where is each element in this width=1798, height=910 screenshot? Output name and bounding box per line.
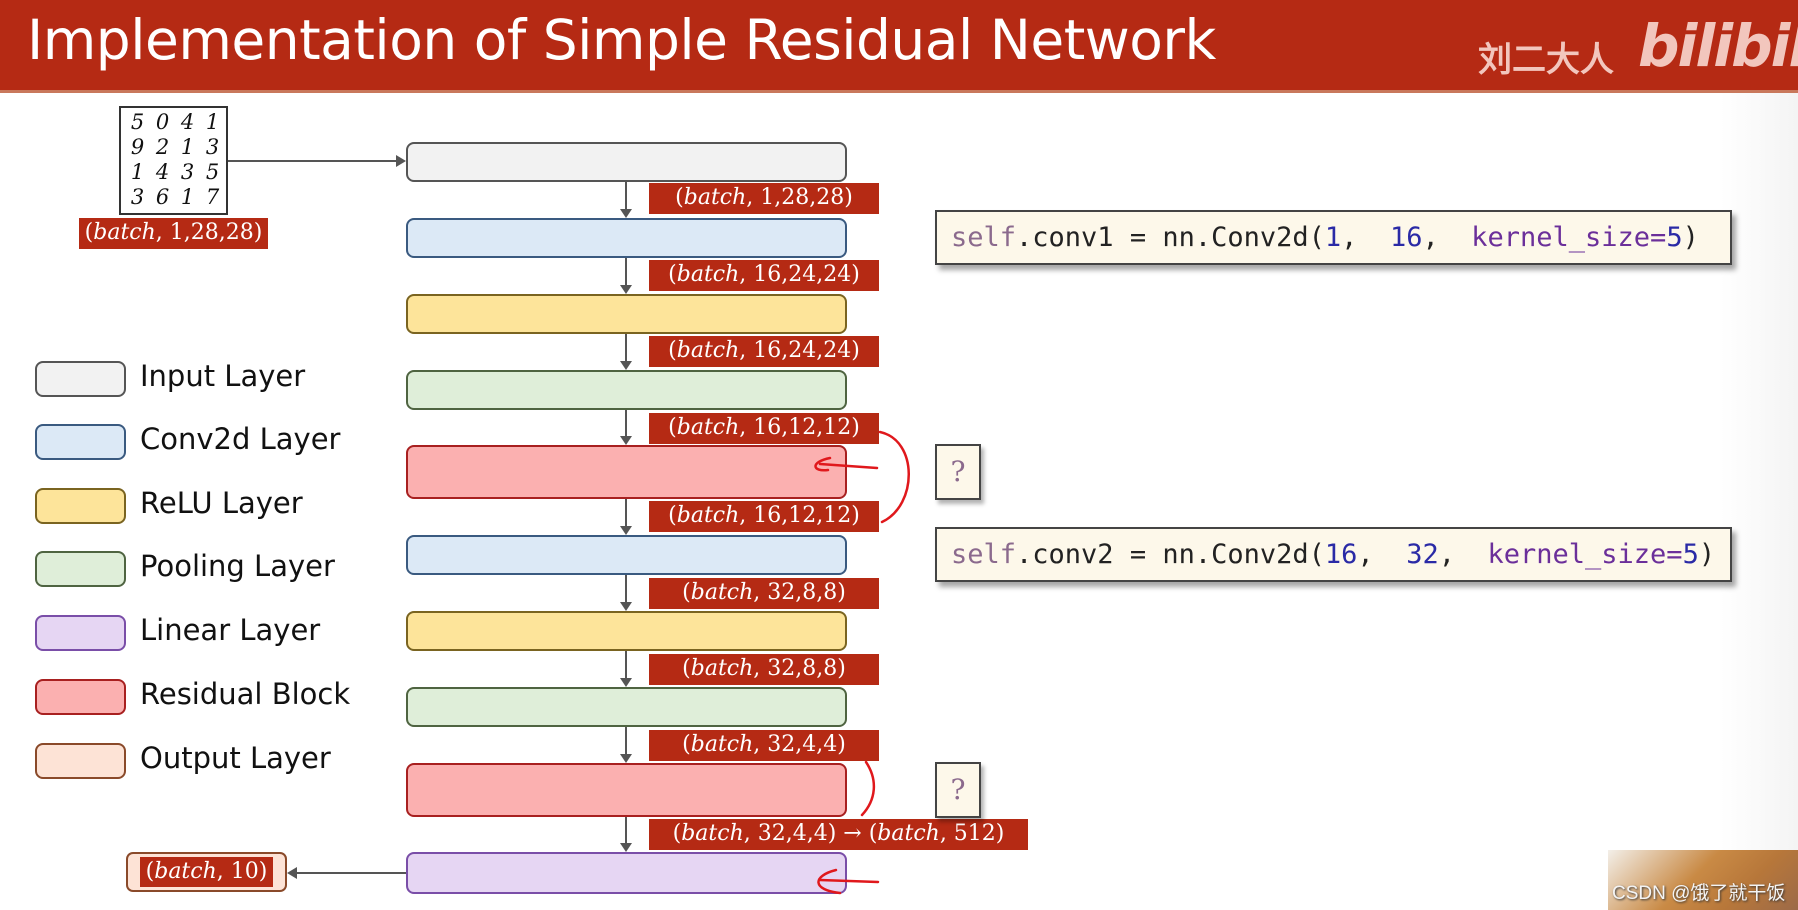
skip-connection-bracket-2 [860, 760, 875, 817]
skip-connection-bracket-1 [878, 430, 910, 524]
csdn-watermark: CSDN @饿了就干饭 [1612, 883, 1786, 904]
handwritten-annotations [814, 430, 910, 895]
pointer-arrow-residual-1 [818, 462, 879, 470]
pointer-arrow-linear [818, 878, 880, 884]
